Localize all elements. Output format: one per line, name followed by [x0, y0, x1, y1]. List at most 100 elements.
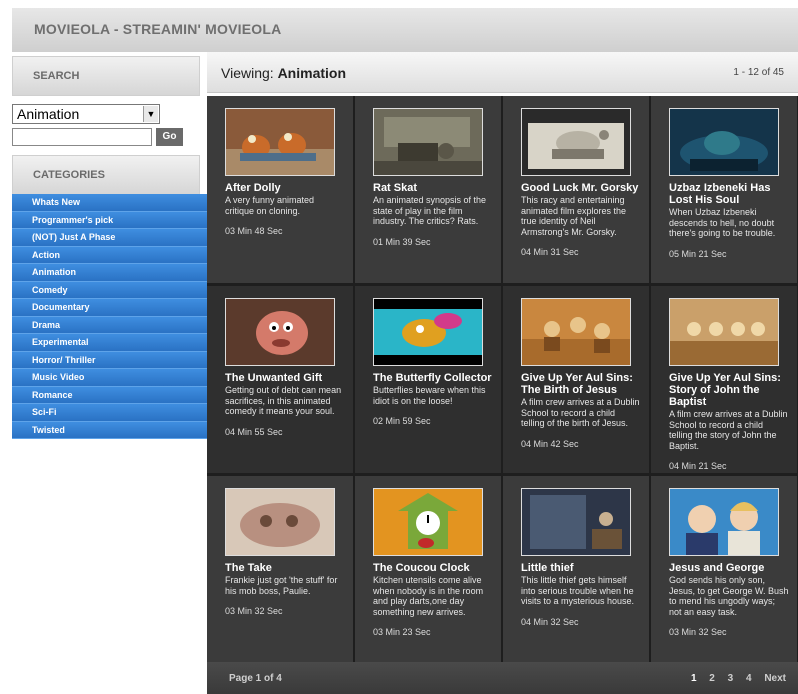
movie-info: The Coucou Clock Kitchen utensils come a…: [373, 562, 493, 638]
pagination-bar: Page 1 of 4 1 2 3 4 Next: [207, 662, 798, 694]
page-link-3[interactable]: 3: [728, 673, 734, 684]
movie-title[interactable]: Uzbaz Izbeneki Has Lost His Soul: [669, 182, 789, 206]
movie-title[interactable]: The Coucou Clock: [373, 562, 493, 574]
page-link-1[interactable]: 1: [691, 673, 697, 684]
viewing-prefix: Viewing:: [221, 65, 274, 81]
movie-title[interactable]: Jesus and George: [669, 562, 789, 574]
movie-title[interactable]: After Dolly: [225, 182, 345, 194]
movie-card[interactable]: Rat Skat An animated synopsis of the sta…: [355, 96, 501, 283]
page-title: Viewing: Animation: [221, 65, 346, 81]
movie-card[interactable]: Good Luck Mr. Gorsky This racy and enter…: [503, 96, 649, 283]
movie-card[interactable]: Give Up Yer Aul Sins: Story of John the …: [651, 286, 797, 473]
movie-title[interactable]: The Unwanted Gift: [225, 372, 345, 384]
movie-card[interactable]: The Butterfly Collector Butterflies bewa…: [355, 286, 501, 473]
movie-thumbnail[interactable]: [521, 108, 631, 176]
movie-description: Kitchen utensils come alive when nobody …: [373, 575, 484, 617]
movie-duration: 03 Min 48 Sec: [225, 226, 283, 236]
category-select[interactable]: Animation ▼: [12, 104, 160, 124]
movie-title[interactable]: The Butterfly Collector: [373, 372, 493, 384]
sidebar-item-drama[interactable]: Drama: [12, 316, 207, 334]
movie-duration: 03 Min 23 Sec: [373, 627, 431, 637]
movie-duration: 02 Min 59 Sec: [373, 416, 431, 426]
app-title: MOVIEOLA - STREAMIN' MOVIEOLA: [34, 21, 282, 37]
movie-thumbnail[interactable]: [521, 298, 631, 366]
movie-info: The Butterfly Collector Butterflies bewa…: [373, 372, 493, 427]
sidebar-item-twisted[interactable]: Twisted: [12, 421, 207, 439]
movie-info: After Dolly A very funny animated critiq…: [225, 182, 345, 237]
movie-title[interactable]: Give Up Yer Aul Sins: Story of John the …: [669, 372, 789, 408]
go-button[interactable]: Go: [156, 128, 183, 146]
sidebar-item-comedy[interactable]: Comedy: [12, 281, 207, 299]
movie-info: Little thief This little thief gets hims…: [521, 562, 641, 628]
search-input[interactable]: [12, 128, 152, 146]
movie-title[interactable]: Rat Skat: [373, 182, 493, 194]
movie-description: Butterflies beware when this idiot is on…: [373, 385, 486, 406]
movie-duration: 01 Min 39 Sec: [373, 236, 431, 247]
movie-duration: 03 Min 32 Sec: [225, 606, 283, 616]
movie-description: This racy and entertaining animated film…: [521, 195, 627, 237]
categories-heading-bar: CATEGORIES: [12, 155, 200, 195]
sidebar-item-experimental[interactable]: Experimental: [12, 334, 207, 352]
movie-card[interactable]: Little thief This little thief gets hims…: [503, 476, 649, 663]
movie-thumbnail[interactable]: [373, 108, 483, 176]
movie-thumbnail[interactable]: [225, 488, 335, 556]
sidebar-item-horror-thriller[interactable]: Horror/ Thriller: [12, 351, 207, 369]
movie-duration: 04 Min 55 Sec: [225, 426, 283, 437]
sidebar-item-animation[interactable]: Animation: [12, 264, 207, 282]
movie-info: Give Up Yer Aul Sins: The Birth of Jesus…: [521, 372, 641, 450]
movie-card[interactable]: Jesus and George God sends his only son,…: [651, 476, 797, 663]
movie-thumbnail[interactable]: [669, 298, 779, 366]
movie-info: Uzbaz Izbeneki Has Lost His Soul When Uz…: [669, 182, 789, 260]
search-heading: SEARCH: [33, 70, 80, 82]
movie-title[interactable]: The Take: [225, 562, 345, 574]
sidebar-item-action[interactable]: Action: [12, 246, 207, 264]
movie-thumbnail[interactable]: [669, 108, 779, 176]
page-link-2[interactable]: 2: [709, 673, 715, 684]
movie-thumbnail[interactable]: [225, 298, 335, 366]
movie-thumbnail[interactable]: [373, 488, 483, 556]
movie-title[interactable]: Give Up Yer Aul Sins: The Birth of Jesus: [521, 372, 641, 396]
movie-info: Jesus and George God sends his only son,…: [669, 562, 789, 638]
sidebar-item-romance[interactable]: Romance: [12, 386, 207, 404]
movie-duration: 04 Min 31 Sec: [521, 247, 579, 257]
sidebar-item-programmers-pick[interactable]: Programmer's pick: [12, 211, 207, 229]
movie-grid: After Dolly A very funny animated critiq…: [207, 96, 798, 663]
movie-duration: 04 Min 42 Sec: [521, 438, 579, 449]
movie-card[interactable]: The Take Frankie just got 'the stuff' fo…: [207, 476, 353, 663]
next-link[interactable]: Next: [764, 673, 786, 684]
categories-heading: CATEGORIES: [33, 169, 105, 181]
movie-description: Frankie just got 'the stuff' for his mob…: [225, 575, 338, 596]
movie-duration: 04 Min 21 Sec: [669, 461, 727, 471]
movie-duration: 03 Min 32 Sec: [669, 627, 727, 637]
movie-card[interactable]: Give Up Yer Aul Sins: The Birth of Jesus…: [503, 286, 649, 473]
category-list: Whats New Programmer's pick (NOT) Just A…: [12, 194, 207, 439]
movie-info: Rat Skat An animated synopsis of the sta…: [373, 182, 493, 248]
sidebar-item-not-just-a-phase[interactable]: (NOT) Just A Phase: [12, 229, 207, 247]
movie-thumbnail[interactable]: [521, 488, 631, 556]
movie-description: An animated synopsis of the state of pla…: [373, 195, 487, 226]
movie-description: This little thief gets himself into seri…: [521, 575, 635, 606]
page-link-4[interactable]: 4: [746, 673, 752, 684]
movie-title[interactable]: Little thief: [521, 562, 641, 574]
movie-thumbnail[interactable]: [225, 108, 335, 176]
results-range: 1 - 12 of 45: [733, 67, 784, 78]
movie-card[interactable]: After Dolly A very funny animated critiq…: [207, 96, 353, 283]
movie-title[interactable]: Good Luck Mr. Gorsky: [521, 182, 641, 194]
search-heading-bar: SEARCH: [12, 56, 200, 96]
sidebar-item-documentary[interactable]: Documentary: [12, 299, 207, 317]
category-select-value: Animation: [17, 106, 80, 122]
movie-card[interactable]: Uzbaz Izbeneki Has Lost His Soul When Uz…: [651, 96, 797, 283]
movie-description: A film crew arrives at a Dublin School t…: [669, 409, 788, 451]
sidebar-item-music-video[interactable]: Music Video: [12, 369, 207, 387]
sidebar-item-sci-fi[interactable]: Sci-Fi: [12, 404, 207, 422]
pagination: 1 2 3 4 Next: [681, 673, 786, 684]
movie-description: God sends his only son, Jesus, to get Ge…: [669, 575, 789, 617]
movie-info: The Take Frankie just got 'the stuff' fo…: [225, 562, 345, 617]
movie-thumbnail[interactable]: [669, 488, 779, 556]
movie-card[interactable]: The Coucou Clock Kitchen utensils come a…: [355, 476, 501, 663]
movie-thumbnail[interactable]: [373, 298, 483, 366]
movie-duration: 04 Min 32 Sec: [521, 616, 579, 627]
chevron-down-icon[interactable]: ▼: [143, 106, 158, 122]
movie-card[interactable]: The Unwanted Gift Getting out of debt ca…: [207, 286, 353, 473]
sidebar-item-whats-new[interactable]: Whats New: [12, 194, 207, 212]
